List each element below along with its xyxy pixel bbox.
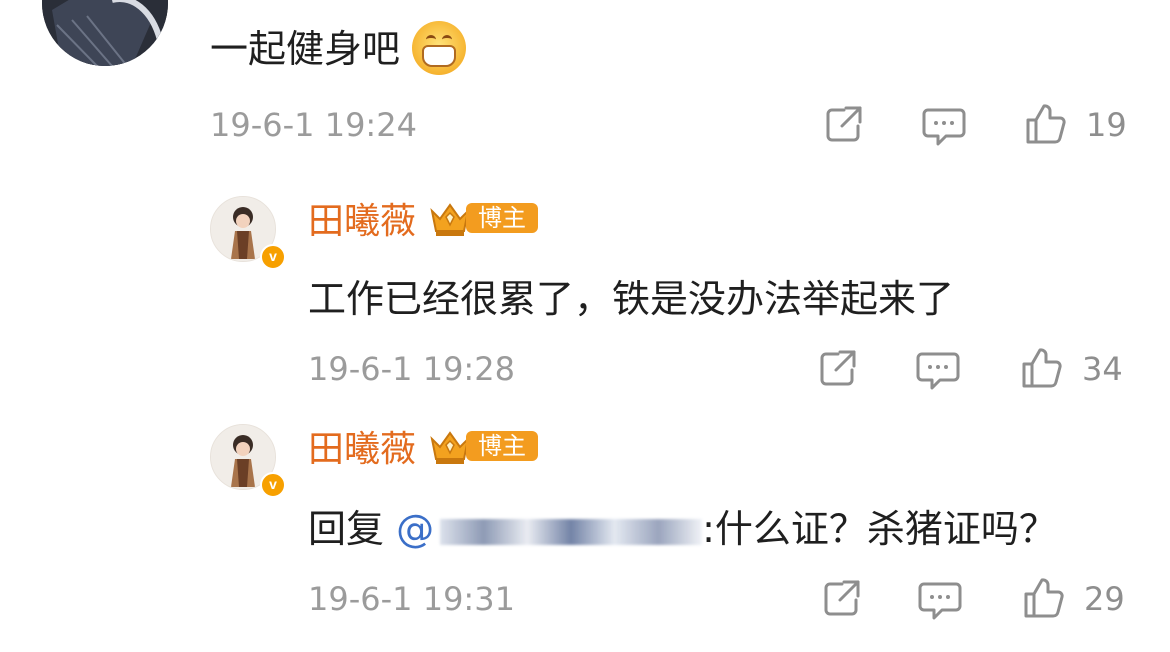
comment-button[interactable] [922,104,966,146]
reply-body: :什么证？杀猪证吗？ [702,507,1057,551]
like-button[interactable] [1020,346,1064,390]
reply-header: 田曦薇 博主 [308,192,539,244]
share-button[interactable] [816,348,858,390]
reply-prefix: 回复 [308,507,385,551]
redacted-username [440,518,703,545]
thumbs-up-icon [1024,578,1064,618]
like-button[interactable] [1024,102,1068,146]
comment-time: 19-6-1 19:24 [210,106,417,144]
share-icon [826,106,862,142]
comment-body: 一起健身吧 [210,27,401,71]
like-count: 34 [1082,350,1123,388]
reply-text: 回复 @ :什么证？杀猪证吗？ [308,498,1057,553]
comment-button[interactable] [916,348,960,390]
comment-text: 一起健身吧 [210,18,467,79]
share-icon [820,350,856,386]
commenter-avatar[interactable] [42,0,168,66]
reply-time: 19-6-1 19:31 [308,580,515,618]
badge-label: 博主 [466,431,539,461]
mention-link[interactable]: @ [396,507,703,551]
blogger-badge: 博主 [428,427,539,465]
reply-header: 田曦薇 博主 [308,420,539,472]
share-button[interactable] [822,104,864,146]
mention-at: @ [396,507,435,551]
share-button[interactable] [820,578,862,620]
reply-time: 19-6-1 19:28 [308,350,515,388]
comment-icon [916,352,960,390]
verified-badge-icon [260,244,286,270]
blogger-badge: 博主 [428,199,539,237]
verified-badge-icon [260,472,286,498]
comment-button[interactable] [918,578,962,620]
badge-label: 博主 [466,203,539,233]
username[interactable]: 田曦薇 [308,420,416,472]
grin-emoji-icon [412,20,467,75]
thumbs-up-icon [1022,348,1062,388]
like-count: 19 [1086,106,1127,144]
thumbs-up-icon [1026,104,1066,144]
comment-icon [918,582,962,620]
reply-text: 工作已经很累了，铁是没办法举起来了 [308,277,955,321]
like-count: 29 [1084,580,1125,618]
username[interactable]: 田曦薇 [308,192,416,244]
share-icon [824,580,860,616]
like-button[interactable] [1022,576,1066,620]
comment-icon [922,108,966,146]
